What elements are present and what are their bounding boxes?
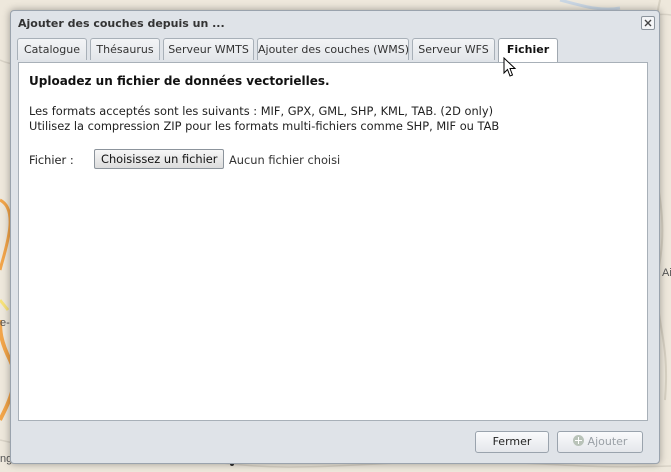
- map-label-ai: Ai: [662, 267, 671, 279]
- file-status: Aucun fichier choisi: [229, 153, 341, 167]
- tab-serveur-wmts[interactable]: Serveur WMTS: [163, 38, 254, 60]
- tab-serveur-wfs[interactable]: Serveur WFS: [412, 38, 495, 60]
- panel-heading: Uploadez un fichier de données vectoriel…: [29, 74, 330, 88]
- dialog-title[interactable]: Ajouter des couches depuis un ...: [18, 17, 225, 30]
- file-upload-panel: Uploadez un fichier de données vectoriel…: [18, 62, 648, 421]
- tab-thesaurus[interactable]: Thésaurus: [90, 38, 160, 60]
- tab-catalogue[interactable]: Catalogue: [17, 38, 87, 60]
- mouse-cursor-icon: [503, 57, 517, 77]
- accepted-formats-text: Les formats acceptés sont les suivants :…: [29, 104, 494, 118]
- choose-file-button[interactable]: Choisissez un fichier: [94, 149, 225, 169]
- close-button-label: Fermer: [492, 435, 532, 448]
- add-plus-icon: [572, 435, 584, 446]
- close-icon[interactable]: [641, 16, 655, 30]
- add-button-label: Ajouter: [587, 435, 628, 448]
- add-layers-dialog: Ajouter des couches depuis un ... Catalo…: [10, 10, 660, 464]
- zip-hint-text: Utilisez la compression ZIP pour les for…: [29, 119, 500, 133]
- tab-ajouter-couches-wms[interactable]: Ajouter des couches (WMS): [257, 38, 409, 60]
- file-label: Fichier :: [29, 153, 74, 167]
- add-button[interactable]: Ajouter: [557, 431, 643, 453]
- close-button[interactable]: Fermer: [475, 431, 549, 453]
